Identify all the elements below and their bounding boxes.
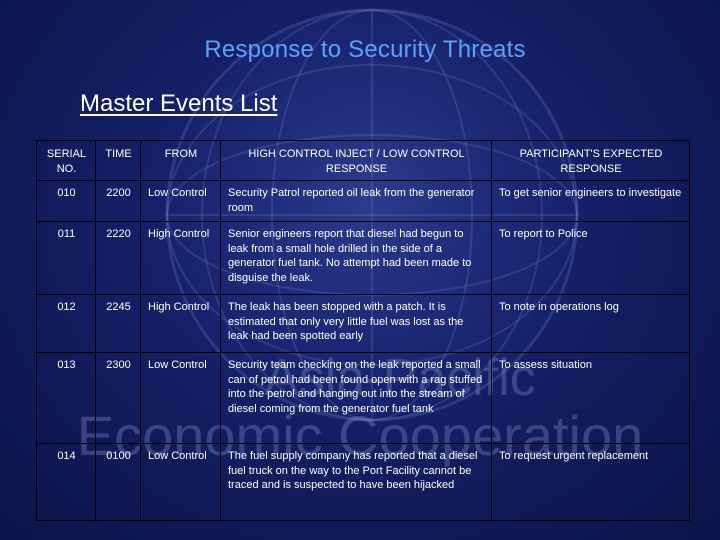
table-row: 013 2300 Low Control Security team check… — [36, 352, 690, 444]
cell-inject: Security Patrol reported oil leak from t… — [220, 180, 492, 222]
cell-expected: To assess situation — [491, 352, 690, 444]
cell-expected: To note in operations log — [491, 294, 690, 353]
cell-expected: To report to Police — [491, 221, 690, 295]
slide-subtitle: Master Events List — [80, 90, 278, 117]
cell-from: Low Control — [140, 443, 221, 521]
cell-from: High Control — [140, 221, 221, 295]
cell-expected: To get senior engineers to investigate — [491, 180, 690, 222]
cell-inject: Senior engineers report that diesel had … — [220, 221, 492, 295]
table-header-row: SERIAL NO. TIME FROM HIGH CONTROL INJECT… — [36, 140, 690, 181]
cell-serial: 012 — [36, 294, 96, 353]
cell-time: 2220 — [95, 221, 141, 295]
header-from: FROM — [140, 140, 221, 181]
cell-inject: The fuel supply company has reported tha… — [220, 443, 492, 521]
header-serial-no: SERIAL NO. — [36, 140, 96, 181]
cell-from: Low Control — [140, 180, 221, 222]
header-expected-response: PARTICIPANT'S EXPECTED RESPONSE — [491, 140, 690, 181]
table-row: 010 2200 Low Control Security Patrol rep… — [36, 180, 690, 222]
cell-inject: Security team checking on the leak repor… — [220, 352, 492, 444]
cell-time: 2300 — [95, 352, 141, 444]
slide-title: Response to Security Threats — [204, 36, 526, 63]
cell-serial: 010 — [36, 180, 96, 222]
master-events-table: SERIAL NO. TIME FROM HIGH CONTROL INJECT… — [36, 140, 690, 521]
cell-time: 0100 — [95, 443, 141, 521]
table-row: 011 2220 High Control Senior engineers r… — [36, 221, 690, 295]
cell-expected: To request urgent replacement — [491, 443, 690, 521]
cell-serial: 013 — [36, 352, 96, 444]
header-inject-response: HIGH CONTROL INJECT / LOW CONTROL RESPON… — [220, 140, 492, 181]
cell-from: Low Control — [140, 352, 221, 444]
header-time: TIME — [95, 140, 141, 181]
cell-inject: The leak has been stopped with a patch. … — [220, 294, 492, 353]
table-row: 014 0100 Low Control The fuel supply com… — [36, 443, 690, 521]
cell-serial: 011 — [36, 221, 96, 295]
cell-from: High Control — [140, 294, 221, 353]
cell-time: 2200 — [95, 180, 141, 222]
cell-time: 2245 — [95, 294, 141, 353]
table-row: 012 2245 High Control The leak has been … — [36, 294, 690, 353]
cell-serial: 014 — [36, 443, 96, 521]
